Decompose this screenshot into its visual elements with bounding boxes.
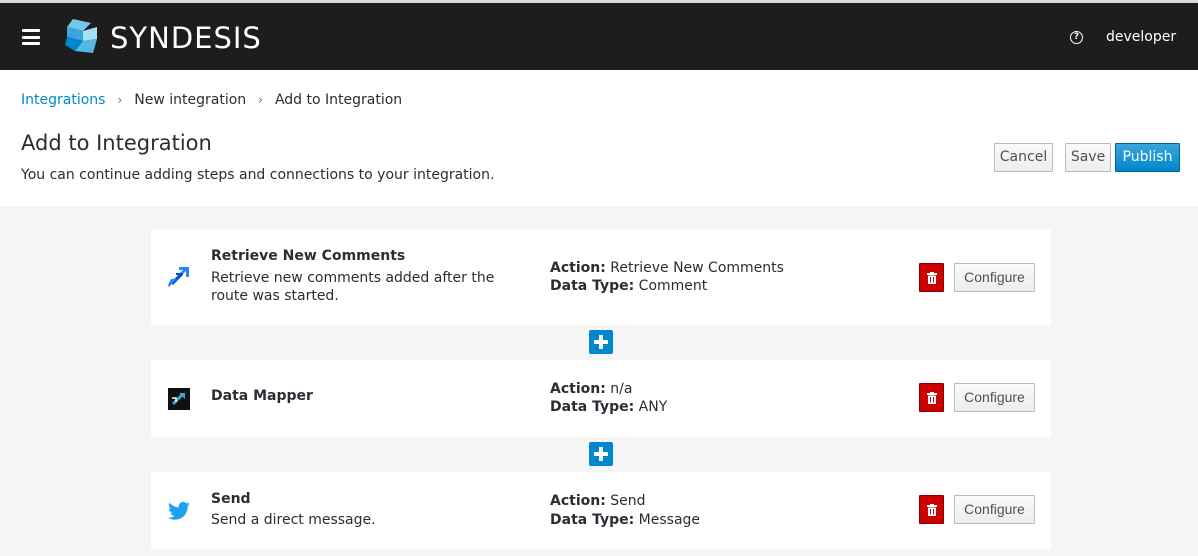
- brand-name: SYNDESIS: [110, 21, 262, 55]
- data-type-label: Data Type:: [550, 512, 635, 528]
- action-value: Send: [610, 493, 646, 509]
- trash-icon: [927, 272, 937, 284]
- step-name: Send: [211, 491, 251, 507]
- step-action: Action: Retrieve New Comments: [550, 259, 784, 277]
- action-label: Action:: [550, 260, 606, 276]
- step-name: Data Mapper: [211, 388, 313, 404]
- chevron-right-icon: ›: [258, 93, 263, 107]
- delete-step-button[interactable]: [919, 495, 944, 524]
- syndesis-logo-icon: [65, 19, 97, 53]
- breadcrumb-new-integration: New integration: [134, 92, 247, 108]
- add-step-plus-icon[interactable]: [589, 330, 613, 354]
- breadcrumb-integrations-link[interactable]: Integrations: [21, 91, 105, 109]
- twitter-icon: [168, 501, 190, 520]
- step-data-type: Data Type: ANY: [550, 398, 667, 416]
- data-type-label: Data Type:: [550, 399, 635, 415]
- page-title: Add to Integration: [21, 131, 212, 155]
- add-step-plus-icon[interactable]: [589, 442, 613, 466]
- trash-icon: [927, 504, 937, 516]
- trash-icon: [927, 392, 937, 404]
- data-type-value: Comment: [638, 278, 708, 294]
- action-value: n/a: [610, 381, 633, 397]
- breadcrumb-current: Add to Integration: [274, 92, 403, 108]
- jira-icon: [168, 267, 189, 287]
- step-name: Retrieve New Comments: [211, 248, 406, 264]
- user-menu[interactable]: developer: [1106, 28, 1176, 46]
- cancel-button[interactable]: Cancel: [994, 143, 1053, 172]
- data-type-label: Data Type:: [550, 278, 635, 294]
- step-card-send: Send Send a direct message. Action: Send…: [151, 472, 1051, 549]
- chevron-right-icon: ›: [117, 93, 123, 107]
- step-action: Action: n/a: [550, 380, 632, 398]
- step-card-data-mapper: Data Mapper Action: n/a Data Type: ANY C…: [151, 360, 1051, 437]
- step-data-type: Data Type: Comment: [550, 277, 707, 295]
- configure-step-button[interactable]: Configure: [954, 495, 1035, 524]
- step-data-type: Data Type: Message: [550, 511, 700, 529]
- configure-step-button[interactable]: Configure: [954, 383, 1035, 412]
- action-label: Action:: [550, 493, 606, 509]
- action-label: Action:: [550, 381, 606, 397]
- save-button[interactable]: Save: [1065, 143, 1111, 172]
- help-icon[interactable]: ?: [1070, 31, 1083, 44]
- breadcrumb: Integrations › New integration › Add to …: [21, 91, 402, 109]
- data-type-value: ANY: [638, 399, 668, 415]
- hamburger-menu-icon[interactable]: [22, 29, 40, 45]
- publish-button[interactable]: Publish: [1115, 143, 1180, 172]
- action-value: Retrieve New Comments: [610, 260, 784, 276]
- configure-step-button[interactable]: Configure: [954, 263, 1035, 292]
- delete-step-button[interactable]: [919, 263, 944, 292]
- top-navbar: SYNDESIS ? developer: [0, 0, 1198, 70]
- page-subtitle: You can continue adding steps and connec…: [21, 167, 495, 183]
- integration-flow: Retrieve New Comments Retrieve new comme…: [0, 206, 1198, 556]
- step-action: Action: Send: [550, 492, 646, 510]
- data-type-value: Message: [638, 512, 701, 528]
- step-description: Send a direct message.: [211, 512, 376, 528]
- step-card-retrieve-new-comments: Retrieve New Comments Retrieve new comme…: [151, 229, 1051, 325]
- delete-step-button[interactable]: [919, 383, 944, 412]
- step-description: Retrieve new comments added after the ro…: [211, 270, 495, 304]
- data-mapper-icon: [168, 388, 190, 410]
